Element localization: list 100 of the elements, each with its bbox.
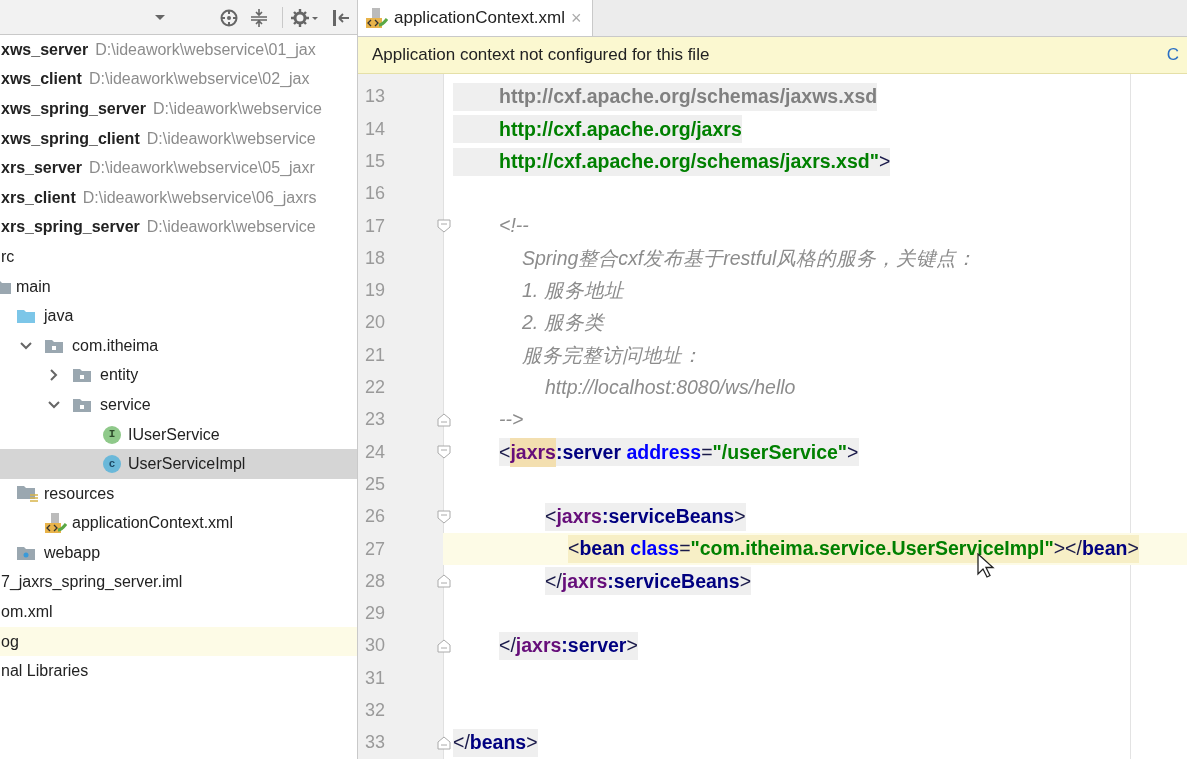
line-number: 31 — [365, 666, 386, 690]
line-number: 26 — [365, 505, 386, 529]
line-number: 21 — [365, 343, 386, 367]
code-punctuation: > — [526, 730, 538, 756]
module-name: xws_client — [1, 70, 82, 88]
line-number: 32 — [365, 699, 386, 723]
web-folder-icon — [17, 545, 35, 560]
collapse-all-icon[interactable] — [250, 9, 268, 27]
interface-icon: I — [103, 425, 121, 444]
crosshair-icon[interactable] — [220, 9, 238, 27]
module-name: xws_spring_client — [1, 129, 140, 147]
xml-file-icon — [45, 513, 67, 534]
tree-item[interactable]: java — [44, 307, 74, 325]
line-number: 22 — [365, 376, 386, 400]
code-punctuation: > — [739, 568, 751, 594]
tree-item[interactable]: com.itheima — [72, 336, 159, 354]
xml-file-icon — [366, 8, 388, 28]
line-number: 13 — [365, 85, 386, 109]
class-icon: c — [103, 455, 121, 474]
module-path: D:\ideawork\webservice — [146, 218, 316, 236]
file-name[interactable]: nal Libraries — [1, 662, 89, 680]
attribute-value: "/userService" — [712, 439, 848, 465]
attribute-value: http://cxf.apache.org/schemas/jaxws.xsd — [499, 84, 878, 110]
attribute-value: http://cxf.apache.org/schemas/jaxrs.xsd" — [499, 148, 879, 174]
package-icon — [45, 338, 63, 353]
package-icon — [73, 397, 91, 412]
code-comment: http://localhost:8080/ws/hello — [545, 374, 796, 400]
folder-icon — [0, 279, 11, 294]
attribute-name: class — [629, 536, 680, 562]
code-punctuation: </ — [499, 633, 516, 659]
tag-namespace: jaxrs — [561, 568, 608, 594]
module-path: D:\ideawork\webservice — [153, 100, 322, 117]
line-number: 30 — [365, 634, 386, 658]
tag-namespace: jaxrs — [515, 633, 562, 659]
tag-namespace: jaxrs — [556, 504, 602, 530]
tag-name: beans — [469, 730, 527, 756]
file-name[interactable]: 7_jaxrs_spring_server.iml — [1, 573, 183, 591]
line-number: 19 — [365, 279, 386, 303]
file-name[interactable]: om.xml — [1, 603, 53, 621]
folder-icon — [17, 309, 35, 324]
tree-item[interactable]: main — [16, 277, 51, 295]
code-comment: 1. 服务地址 — [522, 278, 624, 304]
tree-item[interactable]: resources — [44, 484, 115, 502]
line-number: 17 — [365, 214, 386, 238]
line-number: 24 — [365, 440, 386, 464]
line-number: 20 — [365, 311, 386, 335]
line-number: 16 — [365, 182, 386, 206]
module-path: D:\ideawork\webservice\05_jaxr — [88, 159, 315, 177]
banner-message: Application context not configured for this file — [372, 44, 710, 67]
attribute-value: "com.itheima.service.UserServiceImpl" — [690, 536, 1054, 562]
module-name: xrs_server — [1, 159, 82, 177]
code-punctuation: < — [545, 504, 557, 530]
tag-name: bean — [579, 536, 625, 562]
tree-item[interactable]: IUserService — [128, 425, 220, 443]
code-punctuation: = — [701, 439, 713, 465]
module-path: D:\ideawork\webservice\01_jax — [95, 40, 316, 58]
code-punctuation: < — [499, 439, 511, 465]
attribute-value: http://cxf.apache.org/jaxrs — [499, 116, 742, 142]
module-path: D:\ideawork\webservice — [146, 129, 316, 147]
tree-item[interactable]: webapp — [44, 543, 101, 561]
code-comment: --> — [499, 407, 524, 433]
tree-item[interactable]: service — [100, 395, 151, 413]
file-name[interactable]: applicationContext.xml — [72, 514, 233, 532]
code-punctuation: = — [679, 536, 691, 562]
tag-name: bean — [1081, 536, 1128, 562]
code-punctuation: ></ — [1053, 536, 1082, 562]
code-comment: 服务完整访问地址： — [522, 342, 702, 368]
tree-item[interactable]: rc — [1, 247, 15, 265]
code-punctuation: > — [626, 633, 638, 659]
settings-icon[interactable] — [291, 9, 319, 27]
line-number: 28 — [365, 569, 386, 593]
module-name: xws_server — [1, 40, 89, 58]
module-name: xrs_client — [1, 188, 76, 206]
editor-tab[interactable]: applicationContext.xml × — [358, 0, 593, 36]
package-icon — [73, 368, 91, 383]
code-punctuation: </ — [545, 568, 562, 594]
code-comment: <!-- — [499, 213, 529, 239]
code-punctuation: > — [734, 504, 746, 530]
module-path: D:\ideawork\webservice\06_jaxrs — [82, 188, 317, 206]
code-punctuation: > — [1127, 536, 1139, 562]
code-comment: Spring整合cxf发布基于restful风格的服务，关键点： — [522, 245, 977, 271]
code-comment: 2. 服务类 — [522, 310, 604, 336]
hide-panel-icon[interactable] — [332, 9, 350, 27]
tree-item[interactable]: UserServiceImpl — [128, 455, 246, 473]
tag-namespace: jaxrs — [510, 437, 556, 467]
code-punctuation: </ — [453, 730, 470, 756]
tab-label: applicationContext.xml — [394, 7, 566, 30]
file-name[interactable]: og — [1, 632, 19, 650]
line-number: 27 — [365, 537, 386, 561]
module-path: D:\ideawork\webservice\02_jax — [88, 70, 310, 88]
line-number: 18 — [365, 246, 386, 270]
code-punctuation: > — [878, 148, 891, 174]
module-name: xrs_spring_server — [1, 218, 140, 236]
line-number: 15 — [365, 150, 386, 173]
code-punctuation: > — [847, 439, 859, 465]
configure-link[interactable]: C — [1166, 42, 1179, 68]
line-number: 25 — [365, 472, 386, 496]
attribute-name: address — [625, 439, 702, 465]
tree-item[interactable]: entity — [100, 366, 139, 384]
line-number: 14 — [365, 117, 386, 141]
